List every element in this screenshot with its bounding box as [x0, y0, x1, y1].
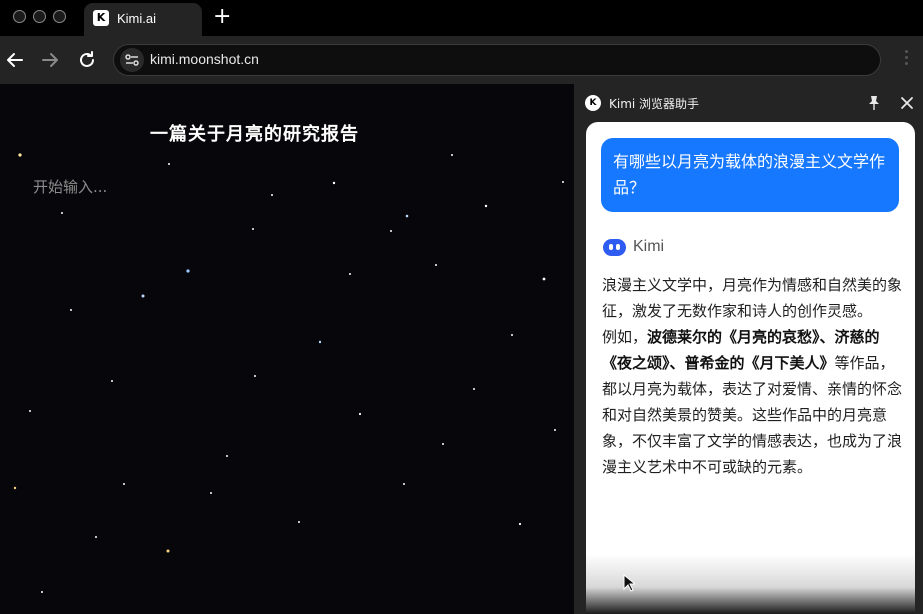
kimi-assistant-panel: K Kimi 浏览器助手 有哪些以月亮为载体的浪漫主义文学作品？ Kimi 浪漫…: [574, 84, 923, 614]
forward-button[interactable]: [38, 48, 62, 72]
pin-button[interactable]: [867, 95, 881, 111]
document-body-placeholder[interactable]: 开始输入...: [33, 176, 107, 197]
tab-strip: K Kimi.ai +: [0, 0, 923, 36]
bottom-fade: [586, 554, 915, 614]
chat-area[interactable]: 有哪些以月亮为载体的浪漫主义文学作品？ Kimi 浪漫主义文学中，月亮作为情感和…: [586, 122, 915, 614]
arrow-right-icon: [42, 53, 58, 67]
reload-button[interactable]: [75, 48, 99, 72]
answer-paragraph-2-suffix: 等作品，都以月亮为载体，表达了对爱情、亲情的怀念和对自然美景的赞美。这些作品中的…: [602, 354, 903, 476]
browser-toolbar: kimi.moonshot.cn: [0, 36, 923, 84]
tab-title: Kimi.ai: [117, 11, 157, 26]
close-icon: [901, 97, 913, 109]
answer-paragraph-1: 浪漫主义文学中，月亮作为情感和自然美的象征，激发了无数作家和诗人的创作灵感。: [602, 276, 903, 320]
kimi-logo-icon: K: [585, 95, 601, 111]
kimi-favicon-icon: K: [93, 10, 109, 26]
address-bar[interactable]: kimi.moonshot.cn: [113, 44, 881, 76]
mouse-cursor-icon: [623, 574, 635, 592]
site-info-button[interactable]: [120, 48, 144, 72]
tab-kimi[interactable]: K Kimi.ai: [84, 3, 202, 36]
document-editor: 一篇关于月亮的研究报告 开始输入...: [0, 84, 574, 614]
back-button[interactable]: [3, 48, 27, 72]
window-close-button[interactable]: [13, 10, 26, 23]
browser-menu-icon[interactable]: [904, 50, 910, 70]
panel-title: Kimi 浏览器助手: [609, 97, 700, 111]
pin-icon: [869, 96, 879, 110]
tune-icon: [125, 54, 139, 66]
document-title[interactable]: 一篇关于月亮的研究报告: [150, 120, 359, 146]
kimi-avatar-icon: [603, 239, 626, 256]
close-panel-button[interactable]: [900, 95, 914, 109]
url-text: kimi.moonshot.cn: [150, 51, 259, 67]
reload-icon: [80, 51, 94, 67]
arrow-left-icon: [7, 53, 23, 67]
assistant-message: 浪漫主义文学中，月亮作为情感和自然美的象征，激发了无数作家和诗人的创作灵感。 例…: [602, 272, 904, 480]
assistant-name: Kimi: [633, 238, 665, 255]
window-zoom-button[interactable]: [53, 10, 66, 23]
window-minimize-button[interactable]: [33, 10, 46, 23]
starfield-background: [13, 153, 564, 593]
new-tab-button[interactable]: +: [213, 5, 231, 29]
user-message: 有哪些以月亮为载体的浪漫主义文学作品？: [601, 138, 899, 212]
answer-paragraph-2-prefix: 例如，: [602, 328, 648, 346]
